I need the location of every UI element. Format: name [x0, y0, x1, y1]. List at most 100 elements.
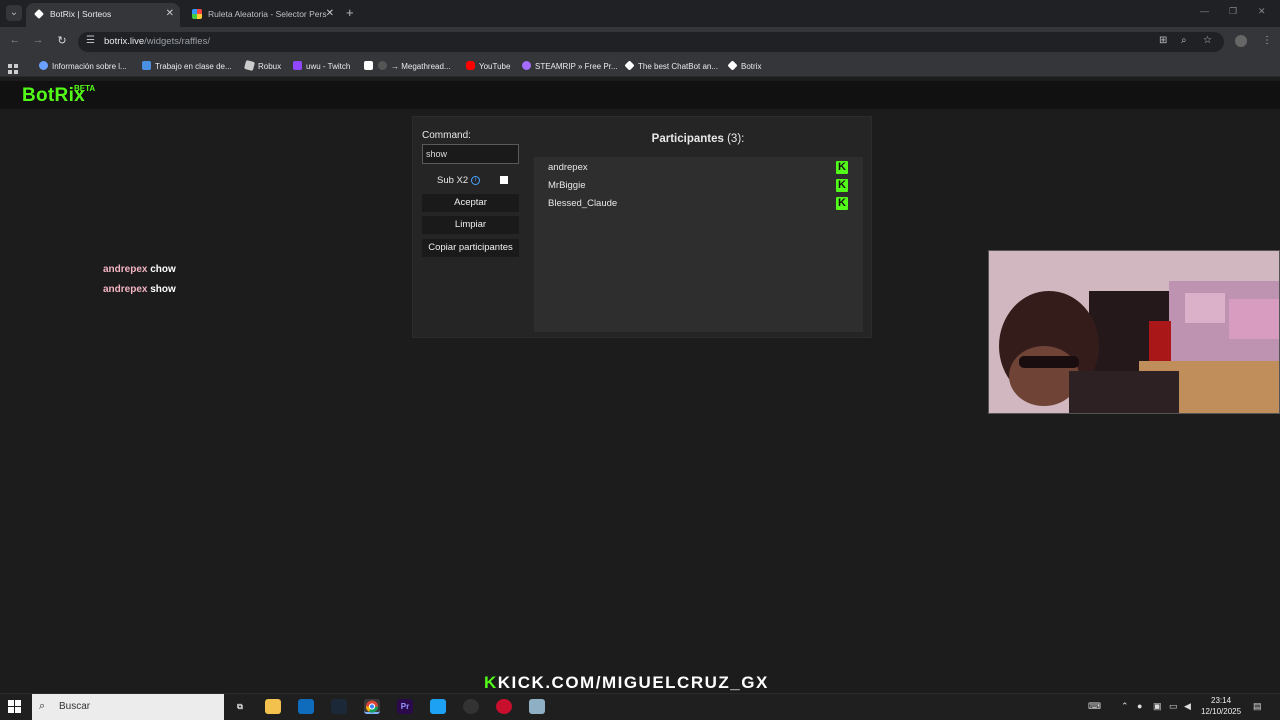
url-path: /widgets/raffles/: [144, 36, 210, 47]
url-text[interactable]: botrix.live/widgets/raffles/: [104, 36, 210, 47]
app-icon[interactable]: [529, 699, 545, 714]
kick-url-text: KICK.COM/MIGUELCRUZ_GX: [497, 673, 769, 692]
participant-name: MrBiggie: [548, 180, 586, 191]
youtube-icon: [466, 61, 475, 70]
keyboard-icon[interactable]: ⌨: [1088, 701, 1101, 712]
sub-x2-checkbox[interactable]: [500, 176, 508, 184]
accept-button[interactable]: Aceptar: [422, 194, 519, 212]
network-icon[interactable]: ▭: [1169, 701, 1178, 712]
screen-icon[interactable]: ▣: [1153, 701, 1162, 712]
file-explorer-icon[interactable]: [265, 699, 281, 714]
windows-start-icon[interactable]: [8, 700, 22, 714]
opera-gx-icon[interactable]: [496, 699, 512, 714]
notifications-icon[interactable]: ▤: [1253, 701, 1262, 712]
bookmark-square-icon: [364, 61, 373, 70]
back-icon[interactable]: ←: [8, 34, 22, 46]
tab-botrix-sorteos[interactable]: BotRix | Sorteos ✕: [26, 3, 180, 27]
bookmark-item[interactable]: [364, 61, 377, 71]
minimize-icon[interactable]: —: [1200, 6, 1209, 16]
apps-grid-icon[interactable]: [8, 61, 18, 74]
webcam-overlay: [988, 250, 1280, 414]
kick-icon: K: [836, 197, 848, 210]
tab-title: Ruleta Aleatoria - Selector Pers: [208, 9, 327, 19]
steam-icon[interactable]: [331, 699, 347, 714]
close-window-icon[interactable]: ✕: [1258, 6, 1266, 17]
copy-participants-button[interactable]: Copiar participantes: [422, 239, 519, 257]
microphone-icon[interactable]: ●: [1137, 701, 1142, 711]
app-icon[interactable]: [430, 699, 446, 714]
steamrip-icon: [522, 61, 531, 70]
bookmark-star-icon[interactable]: ☆: [1203, 35, 1212, 46]
ruleta-favicon-icon: [192, 9, 202, 19]
restore-icon[interactable]: ❐: [1229, 6, 1237, 17]
clock-time: 23:14: [1211, 696, 1232, 705]
search-placeholder: Buscar: [59, 701, 91, 712]
reload-icon[interactable]: ↻: [55, 34, 69, 47]
tab-search-chevron-icon[interactable]: ⌄: [6, 5, 22, 21]
botrix-icon: [727, 60, 738, 71]
clock-date: 12/10/2025: [1201, 707, 1242, 716]
twitch-icon: [293, 61, 302, 70]
bookmark-label: Robux: [258, 62, 282, 71]
tab-title: BotRix | Sorteos: [50, 9, 112, 19]
close-tab-icon[interactable]: ✕: [326, 3, 334, 25]
search-icon: ⌕: [39, 700, 46, 712]
bookmark-item[interactable]: The best ChatBot an...: [624, 60, 718, 71]
translate-icon[interactable]: ⊞: [1159, 35, 1167, 46]
site-info-icon[interactable]: ☰: [86, 35, 95, 46]
webcam-scene: [989, 251, 1279, 413]
bookmark-label: Trabajo en clase de...: [155, 62, 232, 71]
kick-logo-icon: K: [484, 673, 498, 692]
beta-badge: BETA: [74, 84, 96, 93]
participant-name: Blessed_Claude: [548, 198, 618, 209]
chat-text: show: [150, 284, 176, 295]
chat-username: andrepex: [103, 284, 148, 295]
chat-message: andrepex chow: [103, 264, 176, 275]
bookmark-item[interactable]: uwu - Twitch: [293, 61, 350, 71]
zoom-icon[interactable]: ⌕: [1181, 35, 1187, 46]
bookmark-item[interactable]: → Megathread...: [378, 61, 451, 71]
close-tab-icon[interactable]: ✕: [166, 3, 174, 25]
volume-icon[interactable]: ◀: [1184, 701, 1191, 712]
kick-url-overlay: KKICK.COM/MIGUELCRUZ_GX: [484, 673, 769, 693]
kick-icon: K: [836, 179, 848, 192]
tab-ruleta-aleatoria[interactable]: Ruleta Aleatoria - Selector Pers ✕: [184, 3, 340, 27]
obs-icon[interactable]: [463, 699, 479, 714]
bookmark-item[interactable]: Botrix: [727, 60, 762, 71]
new-tab-button[interactable]: +: [346, 5, 354, 20]
clear-button[interactable]: Limpiar: [422, 216, 519, 234]
url-host: botrix.live: [104, 36, 145, 47]
chat-username: andrepex: [103, 264, 148, 275]
bookmark-item[interactable]: Trabajo en clase de...: [142, 61, 232, 71]
kick-icon: K: [836, 161, 848, 174]
profile-avatar[interactable]: [1235, 35, 1247, 47]
chat-text: chow: [150, 264, 176, 275]
browser-menu-icon[interactable]: ⋮: [1262, 35, 1272, 46]
bookmark-item[interactable]: Información sobre l...: [39, 61, 127, 71]
task-view-icon[interactable]: ⧉: [232, 699, 248, 714]
reddit-icon: [378, 61, 387, 70]
bookmark-label: → Megathread...: [391, 62, 451, 71]
outlook-icon[interactable]: [298, 699, 314, 714]
tray-chevron-icon[interactable]: ⌃: [1121, 701, 1129, 712]
site-header: [0, 81, 1280, 109]
command-input[interactable]: [422, 144, 519, 164]
classroom-icon: [142, 61, 151, 70]
bookmark-label: STEAMRIP » Free Pr...: [535, 62, 618, 71]
participants-count: (3):: [727, 133, 745, 145]
info-icon[interactable]: i: [471, 176, 480, 185]
forward-icon[interactable]: →: [31, 34, 45, 46]
bookmark-label: Botrix: [741, 62, 762, 71]
sub-x2-label: Sub X2: [437, 175, 469, 186]
bookmark-label: Información sobre l...: [52, 62, 127, 71]
address-bar[interactable]: [78, 32, 1224, 52]
chrome-icon[interactable]: [364, 699, 380, 714]
bookmark-item[interactable]: Robux: [243, 59, 282, 72]
command-label: Command:: [422, 130, 471, 141]
bookmark-item[interactable]: STEAMRIP » Free Pr...: [522, 61, 618, 71]
premiere-pro-icon[interactable]: Pr: [397, 699, 413, 714]
bookmark-label: YouTube: [479, 62, 511, 71]
bookmark-item[interactable]: YouTube: [466, 61, 510, 71]
botrix-favicon-icon: [34, 9, 44, 19]
taskbar-clock[interactable]: 23:14 12/10/2025: [1201, 695, 1241, 717]
